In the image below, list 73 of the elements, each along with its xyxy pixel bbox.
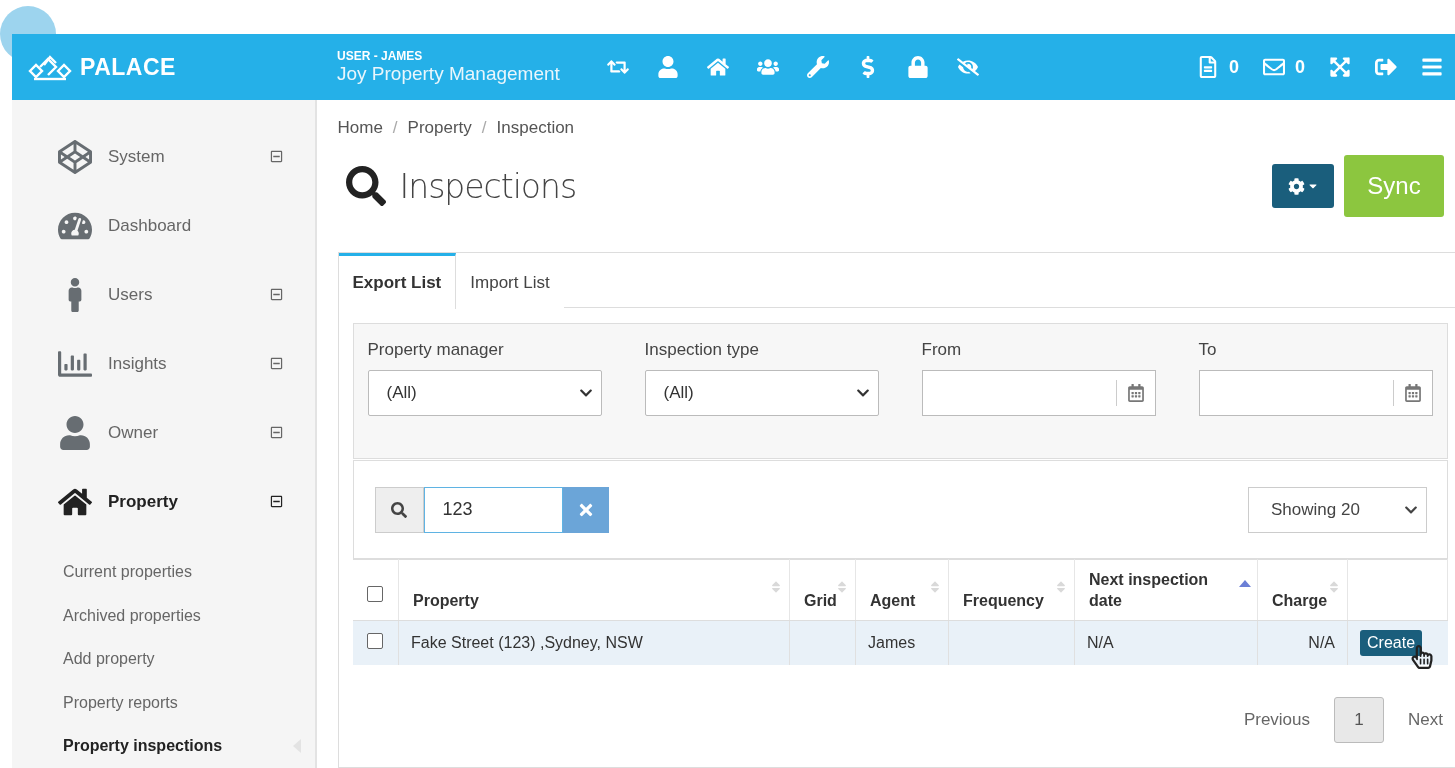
- count-label: 0: [1295, 56, 1305, 78]
- select-field[interactable]: (All): [644, 370, 879, 416]
- sidebar-item[interactable]: Owner: [108, 422, 270, 443]
- lock-icon[interactable]: [907, 56, 929, 78]
- table-cell: Fake Street (123) ,Sydney, NSW: [411, 633, 643, 651]
- table-cell: N/A: [1308, 633, 1335, 651]
- column-header[interactable]: Grid: [789, 559, 856, 621]
- breadcrumb-link[interactable]: Inspection: [496, 118, 575, 138]
- column-header[interactable]: Agent: [855, 559, 949, 621]
- breadcrumb-link[interactable]: Home: [337, 118, 383, 138]
- menu-icon[interactable]: [1421, 56, 1443, 78]
- logo-text: PALACE: [80, 53, 176, 81]
- search-icon: [374, 486, 424, 533]
- user-label: USER - JAMES: [337, 49, 424, 63]
- sign-out-icon[interactable]: [1375, 56, 1397, 78]
- create-button[interactable]: Create: [1360, 629, 1423, 656]
- sidebar-item[interactable]: System: [108, 146, 270, 167]
- breadcrumb-separator: /: [392, 118, 398, 138]
- column-header[interactable]: Next inspection date: [1074, 559, 1258, 621]
- page-button[interactable]: 1: [1334, 696, 1385, 743]
- envelope-icon[interactable]: [1263, 56, 1285, 78]
- filter-label: To: [1198, 340, 1218, 360]
- sidebar-item[interactable]: Property: [108, 491, 270, 512]
- filter-label: From: [921, 340, 963, 360]
- count-label: 0: [1228, 56, 1239, 78]
- clear-button[interactable]: [562, 486, 609, 533]
- checkbox[interactable]: [366, 586, 383, 603]
- calendar-icon[interactable]: [1126, 384, 1145, 402]
- sidebar-subitem[interactable]: Property inspections: [63, 724, 223, 768]
- select-value: Showing 20: [1271, 499, 1360, 520]
- sidebar-subitem[interactable]: Archived properties: [63, 593, 201, 638]
- page-title: Inspections: [399, 166, 578, 206]
- cube-icon: [58, 139, 92, 174]
- sidebar-item[interactable]: Dashboard: [108, 215, 283, 236]
- column-header[interactable]: Frequency: [948, 559, 1075, 621]
- table-cell: N/A: [1087, 633, 1114, 651]
- select-value: (All): [663, 383, 694, 403]
- checkbox[interactable]: [366, 632, 383, 649]
- logo-icon: [28, 53, 72, 81]
- filter-label: Property manager: [367, 340, 505, 360]
- page-size-select[interactable]: Showing 20: [1248, 486, 1427, 533]
- breadcrumb-link[interactable]: Property: [407, 118, 472, 138]
- select-value: (All): [386, 383, 417, 403]
- home-icon[interactable]: [707, 56, 729, 78]
- sidebar-item[interactable]: Users: [108, 284, 270, 305]
- column-header[interactable]: Property: [398, 559, 790, 621]
- settings-button[interactable]: [1272, 164, 1334, 208]
- tab[interactable]: Export List: [338, 253, 457, 309]
- sidebar-subitem[interactable]: Add property: [63, 637, 155, 681]
- collapse-icon[interactable]: [269, 495, 283, 509]
- user-icon: [58, 415, 92, 450]
- user-icon[interactable]: [657, 56, 679, 78]
- users-icon[interactable]: [757, 56, 779, 78]
- sidebar-item[interactable]: Insights: [108, 353, 270, 374]
- settings-icon: [1287, 177, 1305, 195]
- calendar-icon[interactable]: [1403, 384, 1422, 402]
- table-cell: James: [868, 633, 916, 651]
- wrench-icon[interactable]: [807, 56, 829, 78]
- search-icon: [345, 166, 386, 206]
- eye-slash-icon[interactable]: [957, 56, 979, 78]
- select-field[interactable]: (All): [367, 370, 602, 416]
- filter-label: Inspection type: [644, 340, 760, 360]
- next-link[interactable]: Next: [1408, 709, 1443, 730]
- previous-link[interactable]: Previous: [1243, 709, 1311, 730]
- search-field[interactable]: 123: [423, 486, 563, 533]
- date-field[interactable]: [921, 370, 1156, 416]
- expand-icon[interactable]: [1329, 56, 1351, 78]
- date-field[interactable]: [1198, 370, 1433, 416]
- breadcrumb-separator: /: [481, 118, 487, 138]
- sidebar-subitem[interactable]: Current properties: [63, 550, 192, 594]
- sidebar-subitem[interactable]: Property reports: [63, 680, 178, 725]
- column-header[interactable]: Charge: [1257, 559, 1348, 621]
- company-name: Joy Property Management: [337, 63, 561, 85]
